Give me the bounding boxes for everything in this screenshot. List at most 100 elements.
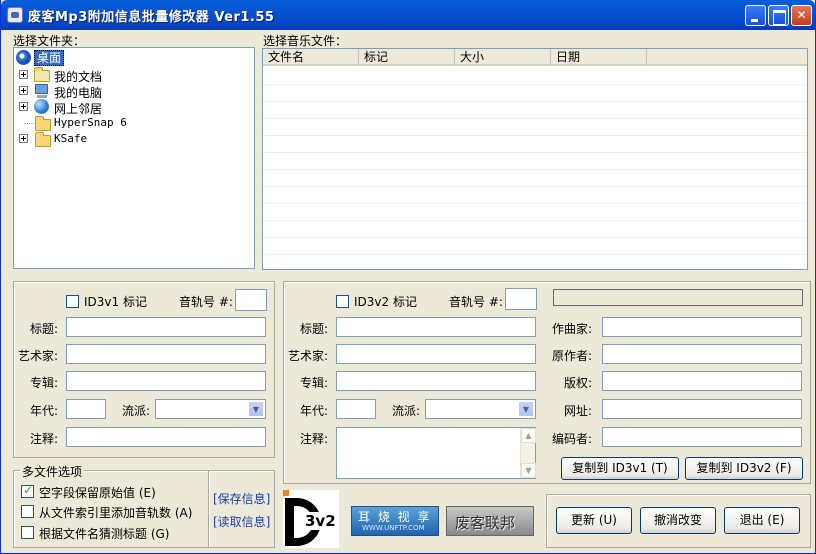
table-row xyxy=(263,68,807,85)
id3v2-orig-artist-label: 原作者: xyxy=(552,349,593,363)
id3v2-title-input[interactable] xyxy=(336,317,536,337)
id3v2-orig-artist-input[interactable] xyxy=(602,344,802,364)
id3v2-checkbox[interactable] xyxy=(336,295,349,308)
id3v1-album-label: 专辑: xyxy=(30,376,59,390)
opt-keep-original-checkbox[interactable] xyxy=(21,483,34,498)
scroll-down-icon[interactable]: ▼ xyxy=(521,463,536,478)
opt-guess-title-checkbox[interactable] xyxy=(21,526,34,539)
id3v2-year-label: 年代: xyxy=(300,404,329,418)
exit-button[interactable]: 退出 (E) xyxy=(724,507,800,534)
id3v2-url-input[interactable] xyxy=(602,399,802,419)
expand-icon[interactable] xyxy=(19,134,28,143)
column-header-tag[interactable]: 标记 xyxy=(359,49,455,66)
expand-icon[interactable] xyxy=(19,102,28,111)
update-button[interactable]: 更新 (U) xyxy=(556,507,632,534)
read-info-link[interactable]: [读取信息] xyxy=(213,513,270,530)
column-header-filename[interactable]: 文件名 xyxy=(263,49,359,66)
id3v2-composer-label: 作曲家: xyxy=(552,322,593,336)
tree-item-label: 桌面 xyxy=(34,50,65,66)
copy-to-id3v2-button[interactable]: 复制到 ID3v2 (F) xyxy=(685,457,803,480)
title-bar[interactable]: 废客Mp3附加信息批量修改器 Ver1.55 ✕ xyxy=(1,0,815,30)
id3v2-album-input[interactable] xyxy=(336,371,536,391)
id3v1-comment-input[interactable] xyxy=(66,427,266,447)
id3v2-encoder-label: 编码者: xyxy=(552,432,593,446)
id3v1-year-input[interactable] xyxy=(66,399,106,419)
table-row xyxy=(263,136,807,153)
expand-icon[interactable] xyxy=(19,70,28,79)
main-window: 废客Mp3附加信息批量修改器 Ver1.55 ✕ 选择文件夹： 桌面 我的文档 … xyxy=(0,0,816,554)
id3v2-track-input[interactable] xyxy=(505,288,537,310)
my-documents-icon xyxy=(34,67,50,82)
tree-item-label: HyperSnap 6 xyxy=(54,116,127,129)
network-icon xyxy=(34,99,49,114)
tree-item-hypersnap[interactable]: HyperSnap 6 xyxy=(17,115,237,131)
id3v1-title-label: 标题: xyxy=(30,322,59,336)
expand-icon[interactable] xyxy=(19,86,28,95)
file-pane-label: 选择音乐文件： xyxy=(263,34,348,48)
id3v2-copyright-input[interactable] xyxy=(602,371,802,391)
multi-options-legend: 多文件选项 xyxy=(20,463,85,480)
column-header-size[interactable]: 大小 xyxy=(455,49,551,66)
banner-feike[interactable]: 废客联邦 xyxy=(446,506,534,536)
tree-item-my-documents[interactable]: 我的文档 xyxy=(17,67,237,84)
save-info-link[interactable]: [保存信息] xyxy=(213,490,270,507)
id3v1-track-label: 音轨号 #: xyxy=(179,295,233,309)
undo-changes-button[interactable]: 撤消改变 xyxy=(640,507,716,534)
copy-to-id3v1-button[interactable]: 复制到 ID3v1 (T) xyxy=(561,457,679,480)
tree-item-my-computer[interactable]: 我的电脑 xyxy=(17,83,237,100)
table-row xyxy=(263,255,807,269)
tree-item-network[interactable]: 网上邻居 xyxy=(17,99,237,116)
scroll-up-icon[interactable]: ▲ xyxy=(521,428,536,443)
chevron-down-icon[interactable]: ▼ xyxy=(248,401,264,417)
id3v1-panel: ID3v1 标记 音轨号 #: 标题: 艺术家: 专辑: 年代: 流派: ▼ 注… xyxy=(13,281,275,458)
id3v1-title-input[interactable] xyxy=(66,317,266,337)
id3v2-title-label: 标题: xyxy=(300,322,329,336)
id3v2-genre-select[interactable]: ▼ xyxy=(425,399,536,419)
comment-scrollbar[interactable]: ▲ ▼ xyxy=(520,428,536,478)
id3v2-comment-textarea[interactable]: ▲ ▼ xyxy=(336,427,536,479)
column-header-date[interactable]: 日期 xyxy=(551,49,647,66)
tree-item-ksafe[interactable]: KSafe xyxy=(17,131,237,147)
id3v1-comment-label: 注释: xyxy=(30,432,59,446)
id3v2-album-label: 专辑: xyxy=(300,376,329,390)
chevron-down-icon[interactable]: ▼ xyxy=(518,401,534,417)
id3v2-logo: 3v2 xyxy=(283,490,339,548)
table-row xyxy=(263,204,807,221)
id3v1-artist-input[interactable] xyxy=(66,344,266,364)
banner-feike-text: 废客联邦 xyxy=(455,514,516,532)
column-header-blank xyxy=(647,49,807,66)
id3v1-album-input[interactable] xyxy=(66,371,266,391)
table-row xyxy=(263,170,807,187)
id3v2-year-input[interactable] xyxy=(336,399,376,419)
id3v1-genre-label: 流派: xyxy=(122,404,151,418)
multi-file-options-group: 多文件选项 空字段保留原始值 (E) 从文件索引里添加音轨数 (A) 根据文件名… xyxy=(13,463,275,548)
banner-unftp-text: 耳 烧 视 享 xyxy=(358,510,432,524)
opt-add-track-checkbox[interactable] xyxy=(21,505,34,518)
maximize-button[interactable] xyxy=(768,5,789,26)
table-row xyxy=(263,85,807,102)
opt-add-track-label[interactable]: 从文件索引里添加音轨数 (A) xyxy=(39,504,192,521)
opt-keep-original-label[interactable]: 空字段保留原始值 (E) xyxy=(39,484,156,501)
id3v1-checkbox[interactable] xyxy=(66,295,79,308)
computer-base xyxy=(37,95,47,98)
banner-unftp[interactable]: 耳 烧 视 享 WWW.UNFTP.COM xyxy=(351,506,439,536)
opt-guess-title-label[interactable]: 根据文件名猜测标题 (G) xyxy=(39,525,169,542)
id3v1-genre-select[interactable]: ▼ xyxy=(155,399,266,419)
minimize-button[interactable] xyxy=(745,5,766,26)
tree-item-label: KSafe xyxy=(54,132,88,145)
id3v2-artist-input[interactable] xyxy=(336,344,536,364)
app-icon xyxy=(7,7,23,23)
id3v2-comment-label: 注释: xyxy=(300,432,329,446)
id3v2-composer-input[interactable] xyxy=(602,317,802,337)
folder-icon xyxy=(35,116,51,131)
file-list[interactable]: 文件名 标记 大小 日期 xyxy=(262,48,808,270)
id3v1-track-input[interactable] xyxy=(235,289,267,311)
close-button[interactable]: ✕ xyxy=(791,5,812,26)
table-row xyxy=(263,102,807,119)
logo-text: 3v2 xyxy=(305,512,336,530)
table-row xyxy=(263,153,807,170)
folder-tree[interactable]: 桌面 我的文档 我的电脑 网上邻居 HyperSnap 6 KSafe xyxy=(13,47,255,269)
id3v2-url-label: 网址: xyxy=(564,404,593,418)
id3v2-panel: ID3v2 标记 音轨号 #: 标题: 作曲家: 艺术家: 原作者: 专辑: 版… xyxy=(283,281,811,484)
id3v2-encoder-input[interactable] xyxy=(602,427,802,447)
